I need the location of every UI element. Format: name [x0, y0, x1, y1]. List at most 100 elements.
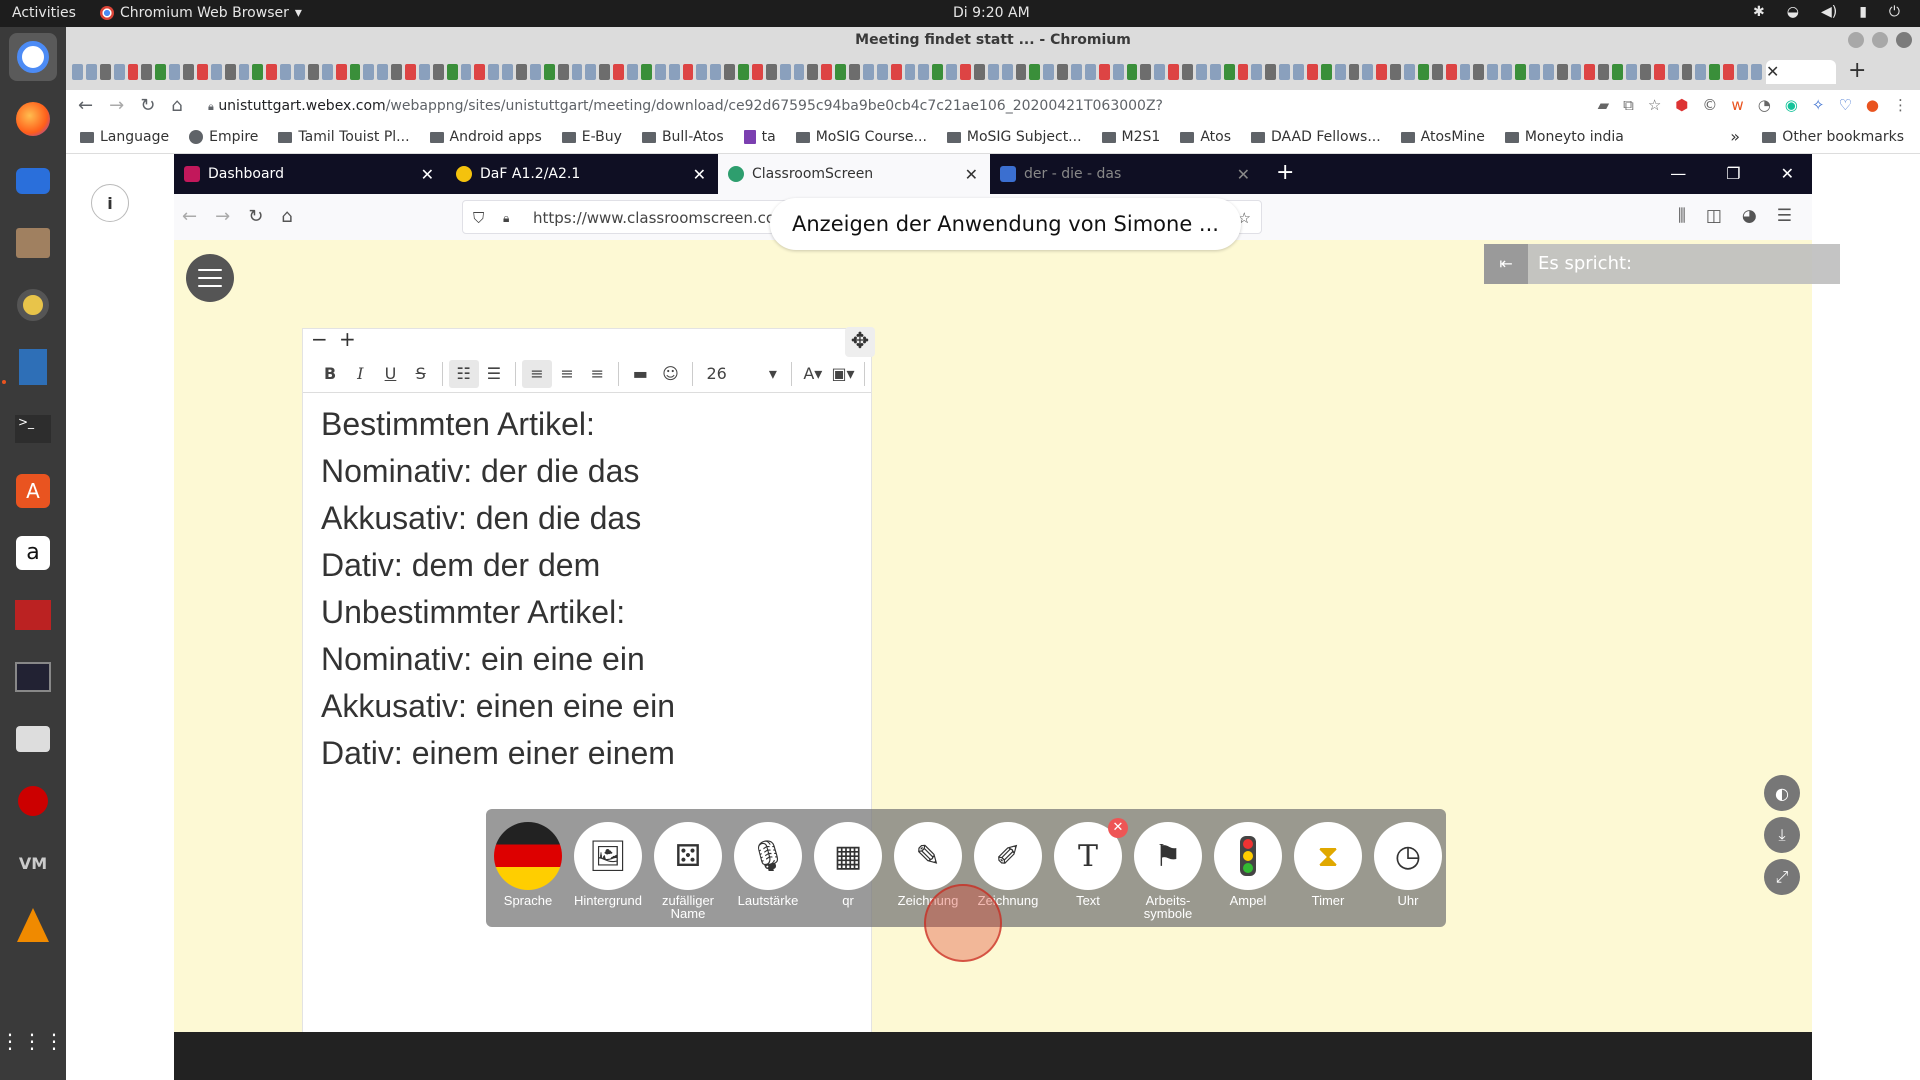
pinned-tab-favicon-icon[interactable]	[294, 64, 305, 80]
tool-hintergrund[interactable]: 🖼︎ Hintergrund	[572, 822, 644, 907]
translate-icon[interactable]: ⧉	[1623, 96, 1634, 114]
adblock-icon[interactable]: ⬢	[1675, 96, 1688, 114]
pinned-tab-favicon-icon[interactable]	[640, 64, 652, 80]
tab-close-icon[interactable]: ✕	[421, 165, 434, 184]
pinned-tab-favicon-icon[interactable]	[1334, 64, 1346, 80]
pinned-tab-favicon-icon[interactable]	[1071, 64, 1082, 80]
pinned-tab-favicon-icon[interactable]	[876, 64, 888, 80]
pinned-tab-favicon-icon[interactable]	[502, 64, 513, 80]
pinned-tab-favicon-icon[interactable]	[1223, 64, 1235, 80]
bookmark-item[interactable]: M2S1	[1101, 129, 1160, 145]
pinned-tab-favicon-icon[interactable]	[1293, 64, 1304, 80]
pinned-tab-favicon-icon[interactable]	[1695, 64, 1707, 80]
pinned-tab-favicon-icon[interactable]	[1681, 64, 1693, 80]
underline-icon[interactable]: U	[375, 364, 405, 383]
pinned-tab-favicon-icon[interactable]	[196, 64, 208, 80]
pinned-tab-favicon-icon[interactable]	[585, 64, 597, 80]
pinned-tab-favicon-icon[interactable]	[210, 64, 222, 80]
pinned-tab-favicon-icon[interactable]	[1709, 64, 1721, 80]
pinned-tab-favicon-icon[interactable]	[1431, 64, 1443, 80]
tool-qr[interactable]: ▦ qr	[812, 822, 884, 907]
pinned-tab-favicon-icon[interactable]	[627, 64, 638, 80]
pinned-tab-favicon-icon[interactable]	[99, 64, 111, 80]
pinned-tab-favicon-icon[interactable]	[807, 64, 819, 80]
pinned-tab-favicon-icon[interactable]	[1154, 64, 1166, 80]
pinned-tab-favicon-icon[interactable]	[1737, 64, 1748, 80]
pinned-tab-favicon-icon[interactable]	[862, 64, 874, 80]
emoji-icon[interactable]: ☺	[655, 364, 685, 383]
pinned-tab-favicon-icon[interactable]	[391, 64, 402, 80]
extension-c-icon[interactable]: ©	[1702, 96, 1717, 114]
pinned-tab-favicon-icon[interactable]	[765, 64, 777, 80]
pinned-tab-favicon-icon[interactable]	[1750, 64, 1762, 80]
pinned-tab-favicon-icon[interactable]	[1570, 64, 1582, 80]
battery-icon[interactable]: ▮	[1859, 4, 1867, 20]
pinned-tab-favicon-icon[interactable]	[127, 64, 139, 80]
bookmark-item[interactable]: DAAD Fellows...	[1251, 129, 1381, 145]
pinned-tab-favicon-icon[interactable]	[488, 64, 500, 80]
pinned-tab-favicon-icon[interactable]	[890, 64, 902, 80]
font-color-icon[interactable]: A▾	[798, 364, 828, 383]
pinned-tab-favicon-icon[interactable]	[1140, 64, 1152, 80]
tool-text[interactable]: T ✕ Text	[1052, 818, 1128, 907]
tab-dashboard[interactable]: Dashboard ✕	[174, 154, 446, 194]
pinned-tab-favicon-icon[interactable]	[349, 64, 361, 80]
pinned-tab-favicon-icon[interactable]	[821, 64, 833, 80]
pinned-tab-favicon-icon[interactable]	[710, 64, 722, 80]
bookmark-item[interactable]: Moneyto india	[1504, 129, 1624, 145]
pinned-tab-favicon-icon[interactable]	[363, 64, 375, 80]
tool-random-name[interactable]: ⚄ zufälliger Name	[652, 822, 724, 920]
extension-w-icon[interactable]: w	[1731, 96, 1743, 114]
minimize-icon[interactable]: —	[1670, 164, 1686, 183]
text-widget[interactable]: − + ✥ B I U S ☷ ☰ ≡ ≡ ≡ ▬ ☺ 26 ▾ A▾ ▣▾ B…	[302, 327, 875, 1080]
pinned-tab-favicon-icon[interactable]	[141, 64, 153, 80]
thunderbird-dock-icon[interactable]	[9, 157, 57, 205]
pinned-tab-favicon-icon[interactable]	[793, 64, 805, 80]
pinned-tab-favicon-icon[interactable]	[1362, 64, 1374, 80]
pinned-tab-favicon-icon[interactable]	[918, 64, 930, 80]
show-applications-icon[interactable]: ⋮⋮⋮	[0, 1017, 64, 1065]
theme-toggle-icon[interactable]: ◐	[1764, 775, 1800, 811]
grow-button[interactable]: +	[339, 327, 356, 351]
close-icon[interactable]: ✕	[1781, 164, 1794, 183]
pinned-tab-favicon-icon[interactable]	[1473, 64, 1485, 80]
account-icon[interactable]: ◕	[1742, 206, 1757, 226]
info-icon[interactable]: i	[91, 184, 129, 222]
pinned-tab-favicon-icon[interactable]	[1112, 64, 1124, 80]
rhythmbox-dock-icon[interactable]	[9, 281, 57, 329]
strikethrough-icon[interactable]: S	[406, 364, 436, 383]
forward-icon[interactable]: →	[215, 206, 230, 227]
pinned-tab-favicon-icon[interactable]	[1626, 64, 1637, 80]
pinned-tab-favicon-icon[interactable]	[973, 64, 985, 80]
bookmark-item[interactable]: AtosMine	[1400, 129, 1485, 145]
pinned-tab-favicon-icon[interactable]	[1265, 64, 1277, 80]
bookmark-item[interactable]: MoSIG Subject...	[946, 129, 1082, 145]
chromium-dock-icon[interactable]	[9, 33, 57, 81]
software-center-dock-icon[interactable]: A	[9, 467, 57, 515]
volume-icon[interactable]: ◀)	[1821, 4, 1837, 20]
new-tab-icon[interactable]: +	[1276, 160, 1294, 185]
pinned-tab-favicon-icon[interactable]	[1279, 64, 1290, 80]
pinned-tab-favicon-icon[interactable]	[751, 64, 763, 80]
pinned-tab-favicon-icon[interactable]	[1723, 64, 1734, 80]
hamburger-menu-icon[interactable]: ☰	[1777, 206, 1792, 226]
pinned-tab-favicon-icon[interactable]	[307, 64, 319, 80]
restore-icon[interactable]: ❐	[1726, 164, 1740, 183]
pinned-tab-favicon-icon[interactable]	[1653, 64, 1665, 80]
pinned-tab-favicon-icon[interactable]	[72, 64, 83, 80]
pinned-tab-favicon-icon[interactable]	[1057, 64, 1068, 80]
pinned-tab-favicon-icon[interactable]	[432, 64, 444, 80]
pinned-tabs[interactable]	[72, 60, 1762, 84]
library-icon[interactable]: ⫼	[1678, 206, 1686, 226]
close-icon[interactable]	[1896, 32, 1912, 48]
cherrytree-dock-icon[interactable]	[9, 777, 57, 825]
text-content[interactable]: Bestimmten Artikel: Nominativ: der die d…	[303, 393, 871, 785]
pinned-tab-favicon-icon[interactable]	[155, 64, 167, 80]
wifi-icon[interactable]: ◒	[1787, 4, 1799, 20]
move-handle-icon[interactable]: ✥	[845, 327, 875, 357]
pinned-tab-favicon-icon[interactable]	[1528, 64, 1540, 80]
system-tray[interactable]: ✱ ◒ ◀) ▮ ⏻	[1753, 4, 1900, 20]
extension-heart-icon[interactable]: ♡	[1838, 96, 1851, 114]
tab-der-die-das[interactable]: der - die - das ✕	[990, 154, 1262, 194]
pinned-tab-favicon-icon[interactable]	[571, 64, 583, 80]
